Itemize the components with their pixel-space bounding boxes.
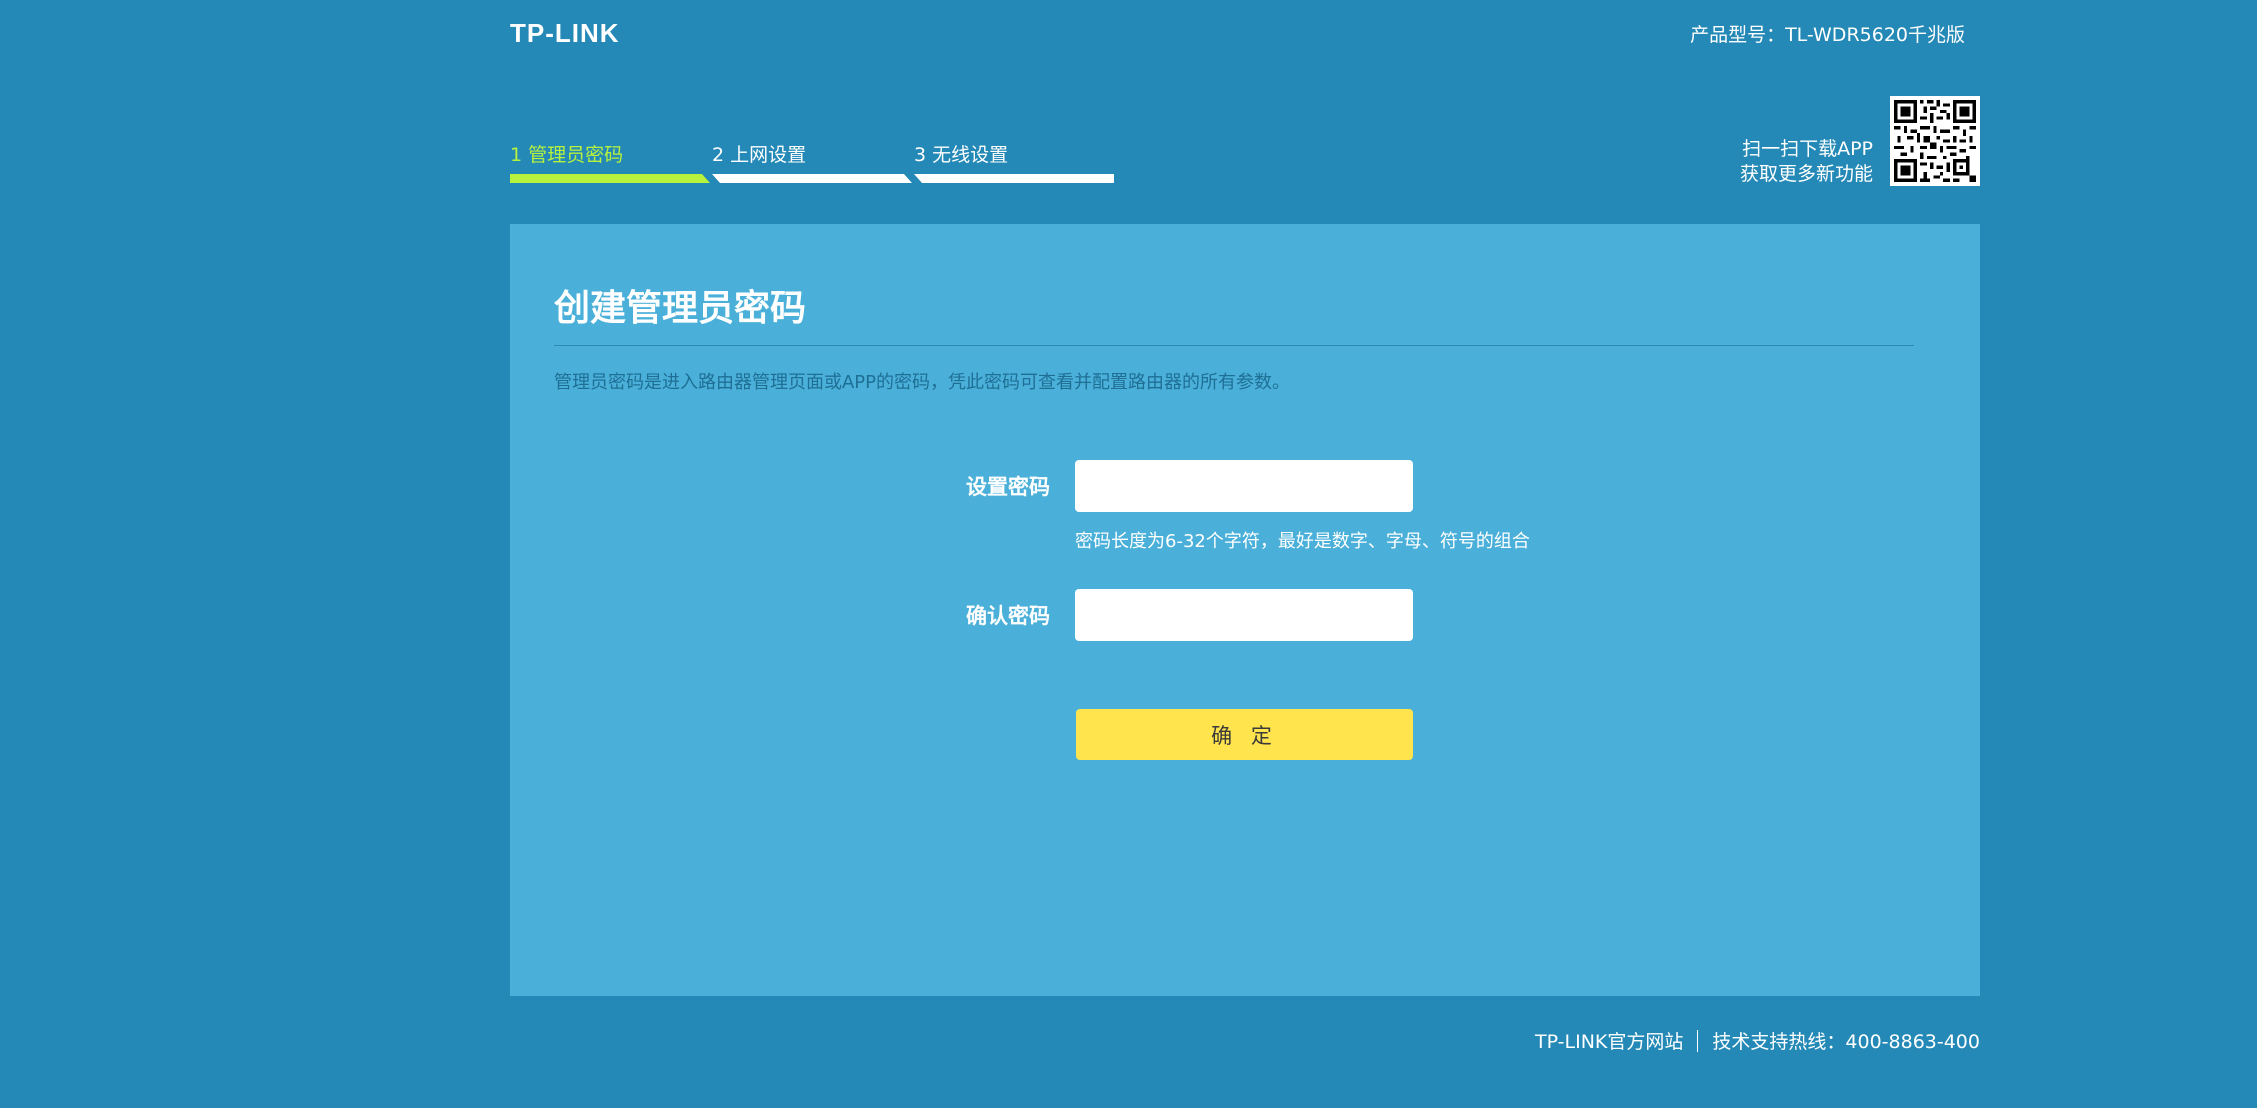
page-wrapper: TP-LINK 产品型号：TL-WDR5620千兆版 1 管理员密码 2 上网设… (510, 0, 1980, 1108)
step-label: 2 上网设置 (712, 144, 807, 166)
footer: TP-LINK官方网站 技术支持热线：400-8863-400 (1535, 1027, 1980, 1054)
password-hint: 密码长度为6-32个字符，最好是数字、字母、符号的组合 (1075, 531, 1530, 552)
tp-link-logo: TP-LINK (510, 18, 620, 48)
confirm-password-label: 确认密码 (966, 604, 1050, 628)
product-model: 产品型号：TL-WDR5620千兆版 (1690, 24, 1965, 46)
official-site-link[interactable]: TP-LINK官方网站 (1535, 1027, 1683, 1054)
set-password-input[interactable] (1075, 460, 1413, 512)
password-description: 管理员密码是进入路由器管理页面或APP的密码，凭此密码可查看并配置路由器的所有参… (554, 372, 1291, 393)
step-wireless-settings: 3 无线设置 (914, 138, 1115, 186)
confirm-password-input[interactable] (1075, 589, 1413, 641)
qr-code-icon (1894, 100, 1976, 182)
confirm-button[interactable]: 确 定 (1076, 709, 1413, 760)
app-download-text: 扫一扫下载APP 获取更多新功能 (1740, 137, 1873, 187)
app-download-line2: 获取更多新功能 (1739, 163, 1873, 185)
step-progress-bar (712, 174, 912, 183)
set-password-label: 设置密码 (966, 475, 1050, 499)
setup-steps: 1 管理员密码 2 上网设置 3 无线设置 (510, 138, 1115, 186)
support-hotline: 技术支持热线：400-8863-400 (1712, 1031, 1980, 1053)
step-progress-bar (914, 174, 1114, 183)
step-internet-settings: 2 上网设置 (712, 138, 913, 186)
step-label: 1 管理员密码 (510, 144, 624, 166)
app-qr-code (1890, 96, 1980, 186)
page-title: 创建管理员密码 (554, 288, 807, 329)
app-download-line1: 扫一扫下载APP (1742, 138, 1873, 160)
footer-divider (1697, 1029, 1699, 1052)
title-divider (554, 345, 1914, 346)
step-progress-bar (510, 174, 710, 183)
step-admin-password: 1 管理员密码 (510, 138, 711, 186)
step-label: 3 无线设置 (914, 144, 1009, 166)
admin-password-panel: 创建管理员密码 管理员密码是进入路由器管理页面或APP的密码，凭此密码可查看并配… (510, 224, 1980, 996)
